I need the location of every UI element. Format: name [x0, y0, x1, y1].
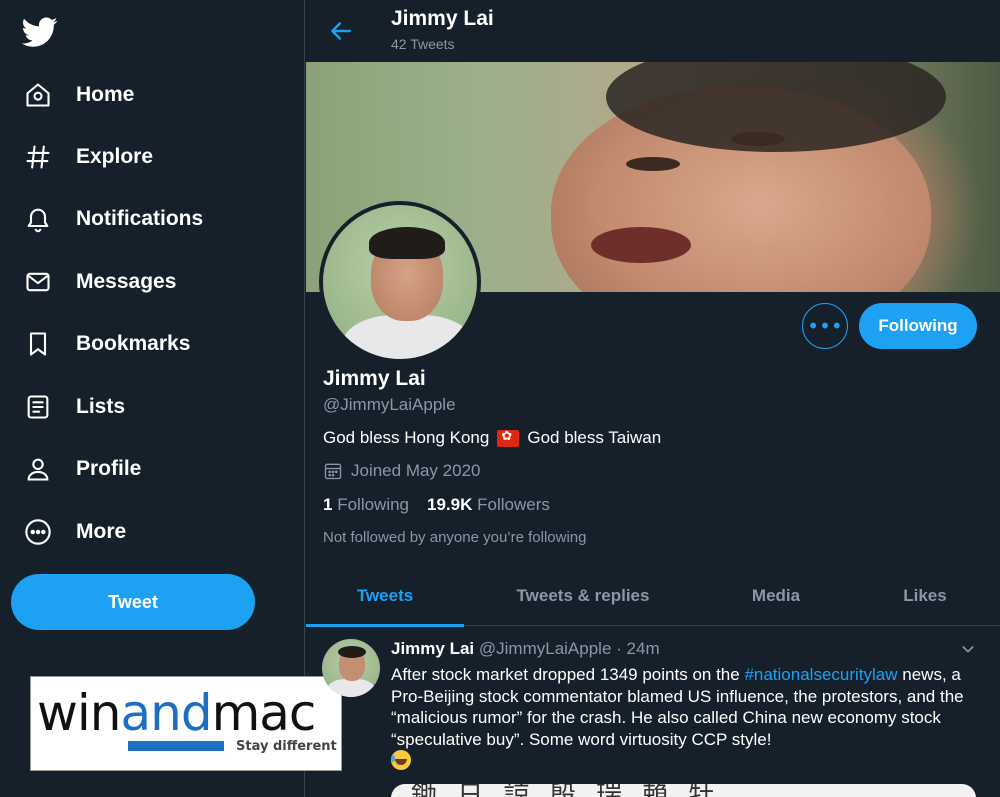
back-arrow-icon[interactable]	[328, 18, 354, 44]
nav-more-label: More	[76, 520, 127, 543]
following-button[interactable]: Following	[859, 303, 977, 349]
person-icon	[27, 458, 49, 481]
nav-lists-label: Lists	[76, 395, 126, 418]
watermark-underline	[128, 741, 224, 751]
nav-notifications-label: Notifications	[76, 207, 204, 230]
tweet-author-name[interactable]: Jimmy Lai	[391, 639, 474, 658]
bio-text-2: God bless Taiwan	[527, 428, 662, 447]
tweet-media-preview[interactable]: 鋤 日 諒 殷 瑞 賴 牡	[391, 784, 976, 797]
tweet-button[interactable]: Tweet	[11, 574, 255, 630]
home-icon	[26, 83, 50, 107]
tweet-time[interactable]: · 24m	[616, 639, 659, 658]
nav-home[interactable]: Home	[10, 69, 148, 121]
watermark-wordmark: winandmac	[37, 684, 316, 742]
nav-more[interactable]: More	[10, 506, 140, 558]
nav-profile[interactable]: Profile	[10, 443, 155, 495]
nav-lists[interactable]: Lists	[10, 381, 139, 433]
nav-messages-label: Messages	[76, 270, 177, 293]
profile-bio: God bless Hong Kong God bless Taiwan	[323, 428, 661, 448]
nav-home-label: Home	[76, 83, 135, 106]
tweet-item[interactable]: Jimmy Lai @JimmyLaiApple · 24m After sto…	[306, 627, 1000, 797]
chevron-down-icon[interactable]	[960, 641, 976, 657]
tab-likes[interactable]: Likes	[850, 565, 1000, 626]
nav-bookmarks-label: Bookmarks	[76, 332, 191, 355]
followers-stat[interactable]: 19.9K Followers	[427, 495, 550, 514]
nav-bookmarks[interactable]: Bookmarks	[10, 318, 204, 370]
twitter-bird-icon[interactable]	[22, 14, 58, 50]
header-name: Jimmy Lai	[391, 7, 494, 30]
envelope-icon	[26, 272, 50, 292]
profile-avatar[interactable]	[319, 201, 481, 363]
list-icon	[27, 395, 49, 419]
hashtag-link[interactable]: #nationalsecuritylaw	[744, 665, 897, 684]
profile-stats: 1 Following 19.9K Followers	[323, 495, 550, 515]
profile-tabs: Tweets Tweets & replies Media Likes	[306, 565, 1000, 627]
tweet-author-handle[interactable]: @JimmyLaiApple	[479, 639, 612, 658]
profile-column: Jimmy Lai 42 Tweets ••• Following Jimmy …	[306, 0, 1000, 797]
tab-tweets[interactable]: Tweets	[306, 565, 464, 627]
watermark-logo: winandmac Stay different	[30, 676, 342, 771]
nav-messages[interactable]: Messages	[10, 256, 190, 308]
profile-more-button[interactable]: •••	[802, 303, 848, 349]
calendar-icon	[324, 463, 342, 480]
tweet-avatar[interactable]	[322, 639, 380, 697]
profile-handle: @JimmyLaiApple	[323, 395, 456, 414]
nav-explore[interactable]: Explore	[10, 131, 167, 183]
nav-explore-label: Explore	[76, 145, 154, 168]
hong-kong-flag-icon	[497, 429, 520, 447]
more-circle-icon	[25, 519, 51, 545]
bio-text-1: God bless Hong Kong	[323, 428, 490, 447]
tweet-text: After stock market dropped 1349 points o…	[391, 664, 976, 773]
profile-header-bar: Jimmy Lai 42 Tweets	[306, 0, 1000, 62]
profile-joined: Joined May 2020	[323, 461, 480, 481]
bookmark-icon	[29, 332, 47, 356]
nav-profile-label: Profile	[76, 457, 142, 480]
profile-name: Jimmy Lai	[323, 367, 426, 390]
hashtag-icon	[26, 145, 50, 169]
nav-notifications[interactable]: Notifications	[10, 193, 217, 245]
tab-media[interactable]: Media	[702, 565, 850, 626]
following-stat[interactable]: 1 Following	[323, 495, 409, 514]
tweet-header: Jimmy Lai @JimmyLaiApple · 24m	[391, 639, 660, 659]
header-tweet-count: 42 Tweets	[391, 36, 455, 52]
bell-icon	[27, 208, 49, 233]
tears-of-joy-emoji-icon	[391, 750, 411, 770]
joined-text: Joined May 2020	[351, 461, 481, 480]
tab-tweets-replies[interactable]: Tweets & replies	[464, 565, 702, 626]
mutual-followers-note: Not followed by anyone you’re following	[323, 529, 587, 546]
